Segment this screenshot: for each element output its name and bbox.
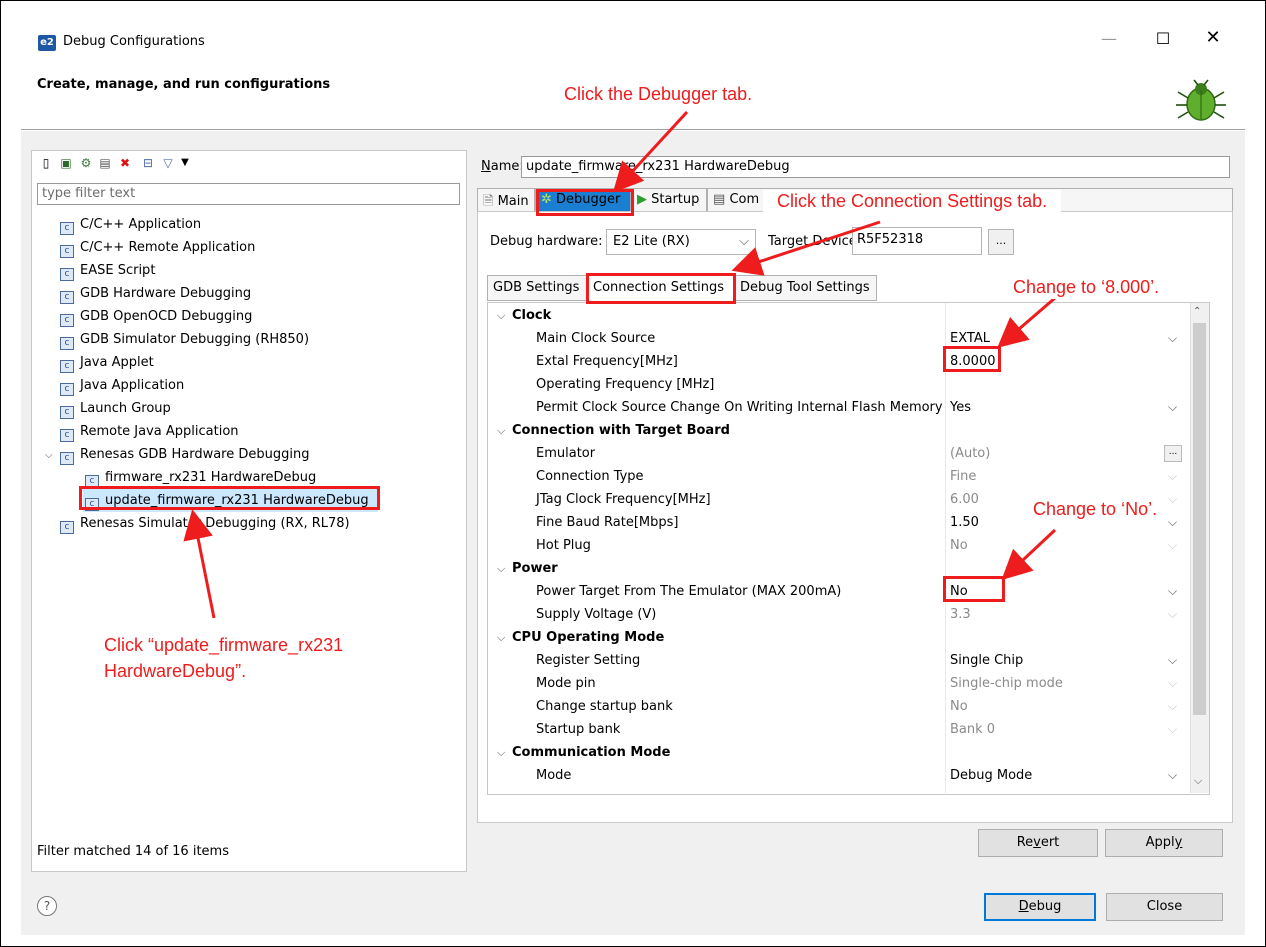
annotation-power: Change to ‘No’.	[1025, 498, 1166, 521]
annotation-debugger-tab: Click the Debugger tab.	[564, 84, 753, 104]
annotation-connection-tab: Click the Connection Settings tab.	[763, 190, 1062, 213]
annotation-arrows	[183, 110, 1057, 619]
annotation-tree-line-1: Click “update_firmware_rx231	[104, 635, 344, 655]
annotation-tree-line-2: HardwareDebug”.	[104, 661, 247, 681]
annotation-extal: Change to ‘8.000’.	[1005, 276, 1168, 299]
annotation-tree-item: Click “update_firmware_rx231 HardwareDeb…	[104, 632, 343, 684]
